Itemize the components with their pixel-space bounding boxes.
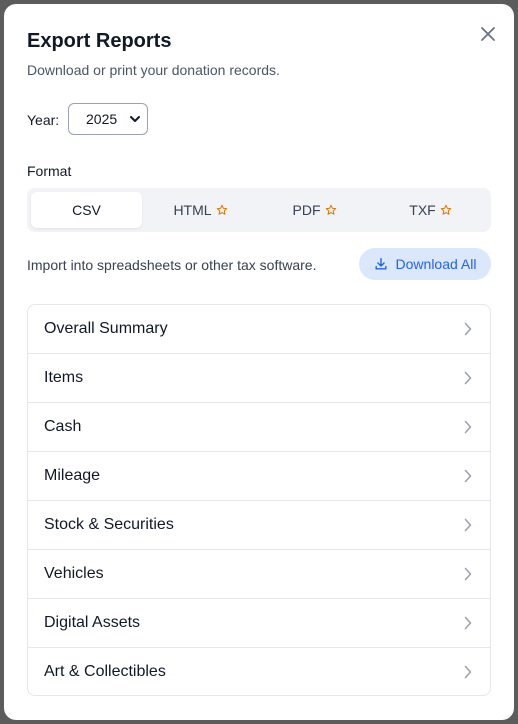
format-option-label: CSV <box>72 202 101 218</box>
format-option-pdf[interactable]: PDF <box>259 192 370 228</box>
report-item-digital-assets[interactable]: Digital Assets <box>28 599 490 648</box>
chevron-right-icon <box>464 469 472 483</box>
chevron-right-icon <box>464 322 472 336</box>
report-item-mileage[interactable]: Mileage <box>28 452 490 501</box>
report-item-stock-securities[interactable]: Stock & Securities <box>28 501 490 550</box>
format-label: Format <box>27 163 72 179</box>
year-select[interactable]: 2025 <box>68 103 148 135</box>
chevron-right-icon <box>464 665 472 679</box>
download-all-button[interactable]: Download All <box>359 248 491 280</box>
report-item-cash[interactable]: Cash <box>28 403 490 452</box>
report-item-items[interactable]: Items <box>28 354 490 403</box>
report-list: Overall Summary Items Cash Mileage Stock… <box>27 304 491 696</box>
format-option-txf[interactable]: TXF <box>375 192 486 228</box>
format-option-csv[interactable]: CSV <box>31 192 142 228</box>
report-item-label: Digital Assets <box>44 614 141 631</box>
report-item-label: Cash <box>44 418 82 435</box>
year-select-value: 2025 <box>86 111 118 127</box>
format-option-label: PDF <box>292 202 321 218</box>
report-item-art-collectibles[interactable]: Art & Collectibles <box>28 648 490 695</box>
chevron-down-icon <box>130 116 140 122</box>
report-item-label: Mileage <box>44 467 101 484</box>
chevron-right-icon <box>464 420 472 434</box>
dialog-subtitle: Download or print your donation records. <box>27 62 280 78</box>
chevron-right-icon <box>464 371 472 385</box>
report-item-label: Art & Collectibles <box>44 663 166 680</box>
close-button[interactable] <box>478 24 498 44</box>
report-item-overall-summary[interactable]: Overall Summary <box>28 305 490 354</box>
report-item-label: Stock & Securities <box>44 516 174 533</box>
export-reports-dialog: Export Reports Download or print your do… <box>4 4 514 720</box>
report-item-vehicles[interactable]: Vehicles <box>28 550 490 599</box>
report-item-label: Items <box>44 369 84 386</box>
format-option-label: HTML <box>173 202 212 218</box>
year-label: Year: <box>27 112 60 128</box>
format-option-label: TXF <box>409 202 436 218</box>
format-segmented-control: CSV HTML PDF TXF <box>27 188 491 232</box>
dialog-title: Export Reports <box>27 30 172 52</box>
report-item-label: Overall Summary <box>44 320 168 337</box>
download-all-label: Download All <box>395 256 477 272</box>
chevron-right-icon <box>464 567 472 581</box>
star-icon <box>325 204 336 215</box>
report-item-label: Vehicles <box>44 565 104 582</box>
close-icon <box>481 27 495 41</box>
format-option-html[interactable]: HTML <box>145 192 256 228</box>
star-icon <box>440 204 451 215</box>
chevron-right-icon <box>464 616 472 630</box>
chevron-right-icon <box>464 518 472 532</box>
star-icon <box>216 204 227 215</box>
format-description: Import into spreadsheets or other tax so… <box>27 257 317 273</box>
download-icon <box>375 258 387 270</box>
